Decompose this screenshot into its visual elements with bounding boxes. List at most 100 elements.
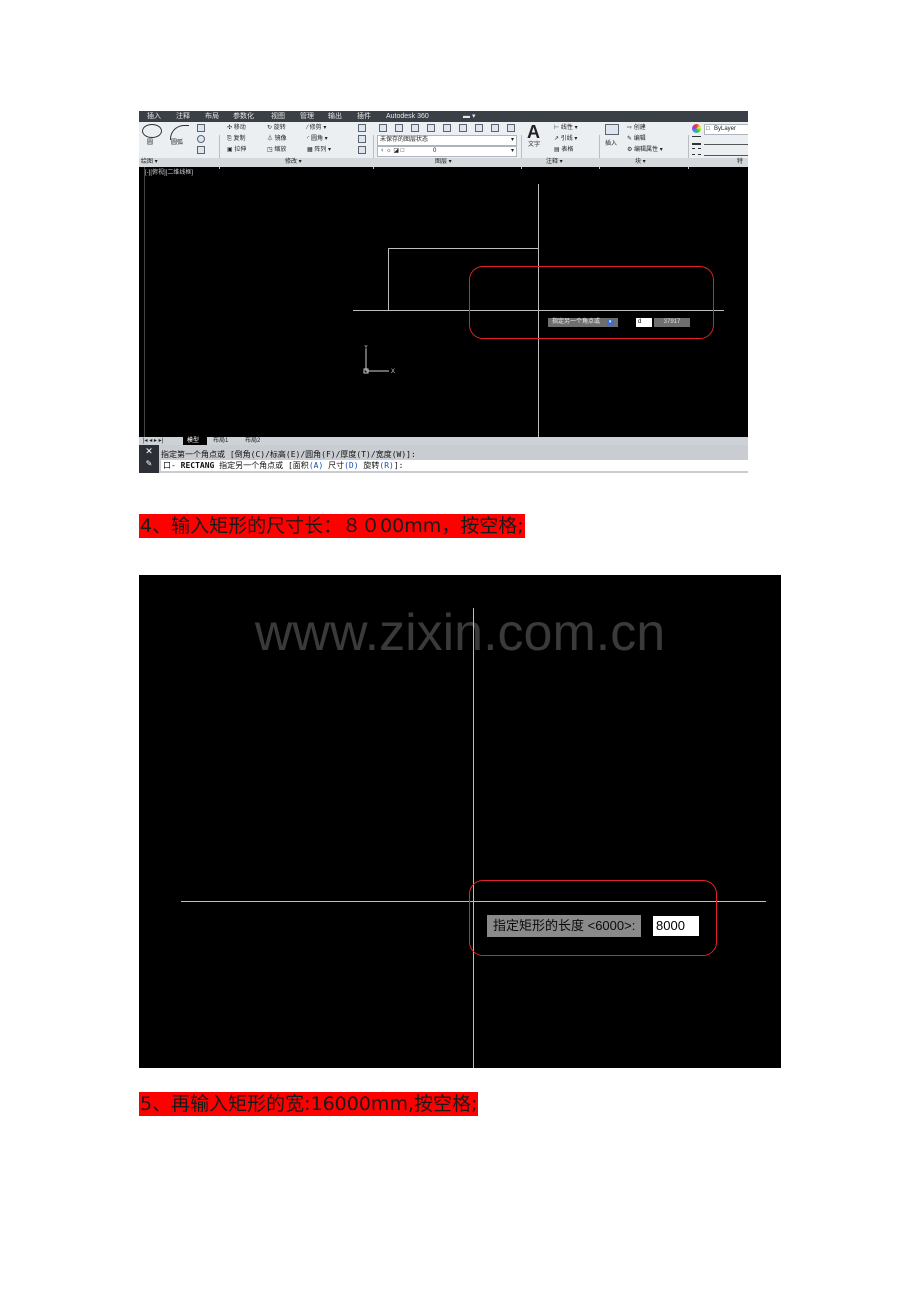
watermark: www.zixin.com.cn [254, 604, 666, 662]
chevron-down-icon: ▾ [510, 148, 514, 154]
ucs-icon: Y X [363, 345, 395, 375]
layer-icon-4[interactable] [427, 124, 435, 132]
text-label: 文字 [528, 142, 541, 148]
lineweight-dropdown[interactable] [704, 136, 748, 145]
tab-insert[interactable]: 插入 [147, 111, 161, 122]
arc-tool-icon[interactable] [170, 125, 189, 140]
tab-parametric[interactable]: 参数化 [233, 111, 254, 122]
command-name: RECTANG [180, 461, 215, 470]
option-dimensions[interactable]: (D) [344, 461, 358, 470]
wrench-icon[interactable]: ✎ [139, 457, 159, 471]
stretch-label: 拉伸 [234, 147, 247, 153]
bylayer-dropdown[interactable]: □ ByLayer [704, 124, 748, 135]
layer-icon-7[interactable] [475, 124, 483, 132]
layer-properties-icon[interactable] [379, 124, 387, 132]
scale-tool[interactable]: ◳ 缩放 [267, 146, 286, 154]
tab-overflow-icon[interactable]: ▬ ▾ [463, 111, 475, 122]
create-block-tool[interactable]: ⇨ 创建 [627, 124, 646, 132]
tab-manage[interactable]: 管理 [300, 111, 314, 122]
bylayer-value: ByLayer [714, 126, 737, 132]
fillet-tool[interactable]: ◜ 圆角 ▾ [307, 135, 328, 143]
tab-annotate[interactable]: 注释 [176, 111, 190, 122]
leader-tool[interactable]: ↗ 引线 ▾ [554, 135, 577, 143]
tab-layout1[interactable]: 布局1 [213, 437, 228, 445]
layer-icon-5[interactable] [443, 124, 451, 132]
tab-output[interactable]: 输出 [328, 111, 342, 122]
text-tool-icon[interactable]: A [527, 122, 540, 142]
panel-annotation[interactable]: 注释 ▾ [546, 158, 563, 167]
layer-icon-6[interactable] [459, 124, 467, 132]
down-arrow-icon[interactable]: ▾ [606, 319, 614, 326]
canvas-left-border [144, 167, 145, 437]
command-prompt-icon: 口- [163, 461, 181, 470]
current-layer-dropdown[interactable]: ♀ ☼ ◪ □ 0 ▾ [377, 146, 517, 157]
close-icon[interactable]: ✕ [139, 445, 159, 457]
insert-block-icon[interactable] [605, 124, 619, 135]
panel-layers[interactable]: 图层 ▾ [435, 158, 452, 167]
insert-label: 插入 [605, 141, 618, 147]
edit-block-tool[interactable]: ✎ 编辑 [627, 135, 646, 143]
ellipse-tool-icon[interactable] [197, 135, 205, 143]
layer-icon-8[interactable] [491, 124, 499, 132]
rectangle-tool-icon[interactable] [197, 124, 205, 132]
dynamic-input-field[interactable]: d [636, 318, 652, 327]
layer-icon-3[interactable] [411, 124, 419, 132]
copy-tool[interactable]: ⎘ 复制 [227, 135, 245, 143]
step-4-caption: 4、输入矩形的尺寸长：８０00mm，按空格; [139, 514, 525, 538]
lineweight-icon[interactable] [692, 136, 701, 145]
tab-nav-arrows-icon[interactable]: |◂ ◂ ▸ ▸| [143, 437, 163, 445]
viewport-controls[interactable]: [-][俯视][二维线框] [145, 169, 193, 177]
circle-tool-icon[interactable] [142, 124, 162, 138]
crosshair-vertical [473, 608, 474, 1068]
table-tool[interactable]: ▤ 表格 [554, 146, 573, 154]
layer-icon-2[interactable] [395, 124, 403, 132]
panel-draw[interactable]: 绘图 ▾ [141, 158, 158, 167]
array-tool[interactable]: ▦ 阵列 ▾ [307, 146, 331, 154]
tab-layout2[interactable]: 布局2 [245, 437, 260, 445]
table-label: 表格 [561, 147, 574, 153]
panel-block[interactable]: 块 ▾ [635, 158, 646, 167]
scale-label: 缩放 [274, 147, 287, 153]
ucs-y-label: Y [364, 345, 368, 351]
trim-tool[interactable]: ⁄ 修剪 ▾ [307, 124, 326, 132]
tab-autodesk360[interactable]: Autodesk 360 [386, 111, 429, 122]
lightbulb-icon: ♀ ☼ ◪ □ [380, 148, 405, 154]
offset-icon[interactable] [358, 146, 366, 154]
command-line-side: ✕ ✎ [139, 445, 159, 473]
explode-icon[interactable] [358, 135, 366, 143]
tab-view[interactable]: 视图 [271, 111, 285, 122]
panel-modify[interactable]: 修改 ▾ [285, 158, 302, 167]
option-area[interactable]: (A) [309, 461, 323, 470]
fillet-label: 圆角 [311, 136, 324, 142]
layer-state-dropdown[interactable]: 未保存的图层状态 ▾ [377, 135, 517, 146]
edit-label: 编辑 [633, 136, 646, 142]
layer-state-value: 未保存的图层状态 [380, 137, 429, 143]
move-tool[interactable]: ✣ 移动 [227, 124, 246, 132]
erase-icon[interactable] [358, 124, 366, 132]
linetype-icon[interactable] [692, 148, 701, 155]
linear-dim-label: 线性 [560, 125, 573, 131]
command-text: 指定另一个角点或 [面积 [214, 461, 309, 470]
mirror-tool[interactable]: ⏃ 镜像 [267, 135, 287, 143]
autocad-screenshot-2[interactable]: www.zixin.com.cn 指定矩形的长度 <6000>: 8000 [139, 575, 781, 1068]
circle-label: 圆 [147, 140, 154, 146]
layer-icon-9[interactable] [507, 124, 515, 132]
edit-attr-label: 编辑属性 [634, 147, 659, 153]
color-wheel-icon[interactable] [692, 124, 701, 133]
linetype-dropdown[interactable] [704, 149, 748, 156]
panel-properties[interactable]: 特 [737, 158, 743, 167]
tab-layout[interactable]: 布局 [205, 111, 219, 122]
stretch-tool[interactable]: ▣ 拉伸 [227, 146, 246, 154]
linear-dim-tool[interactable]: ⊢ 线性 ▾ [554, 124, 578, 132]
length-input[interactable]: 8000 [653, 916, 699, 936]
option-rotation[interactable]: (R) [379, 461, 393, 470]
rotate-label: 旋转 [273, 125, 286, 131]
copy-label: 复制 [233, 136, 246, 142]
hatch-tool-icon[interactable] [197, 146, 205, 154]
tab-model[interactable]: 模型 [183, 437, 208, 445]
tab-plugins[interactable]: 插件 [357, 111, 371, 122]
command-input[interactable]: 口- RECTANG 指定另一个角点或 [面积(A) 尺寸(D) 旋转(R)]: [161, 460, 748, 471]
rotate-tool[interactable]: ↻ 旋转 [267, 124, 286, 132]
edit-attributes-tool[interactable]: ⚙ 编辑属性 ▾ [627, 146, 663, 154]
option-rot-text: 旋转 [358, 461, 380, 470]
